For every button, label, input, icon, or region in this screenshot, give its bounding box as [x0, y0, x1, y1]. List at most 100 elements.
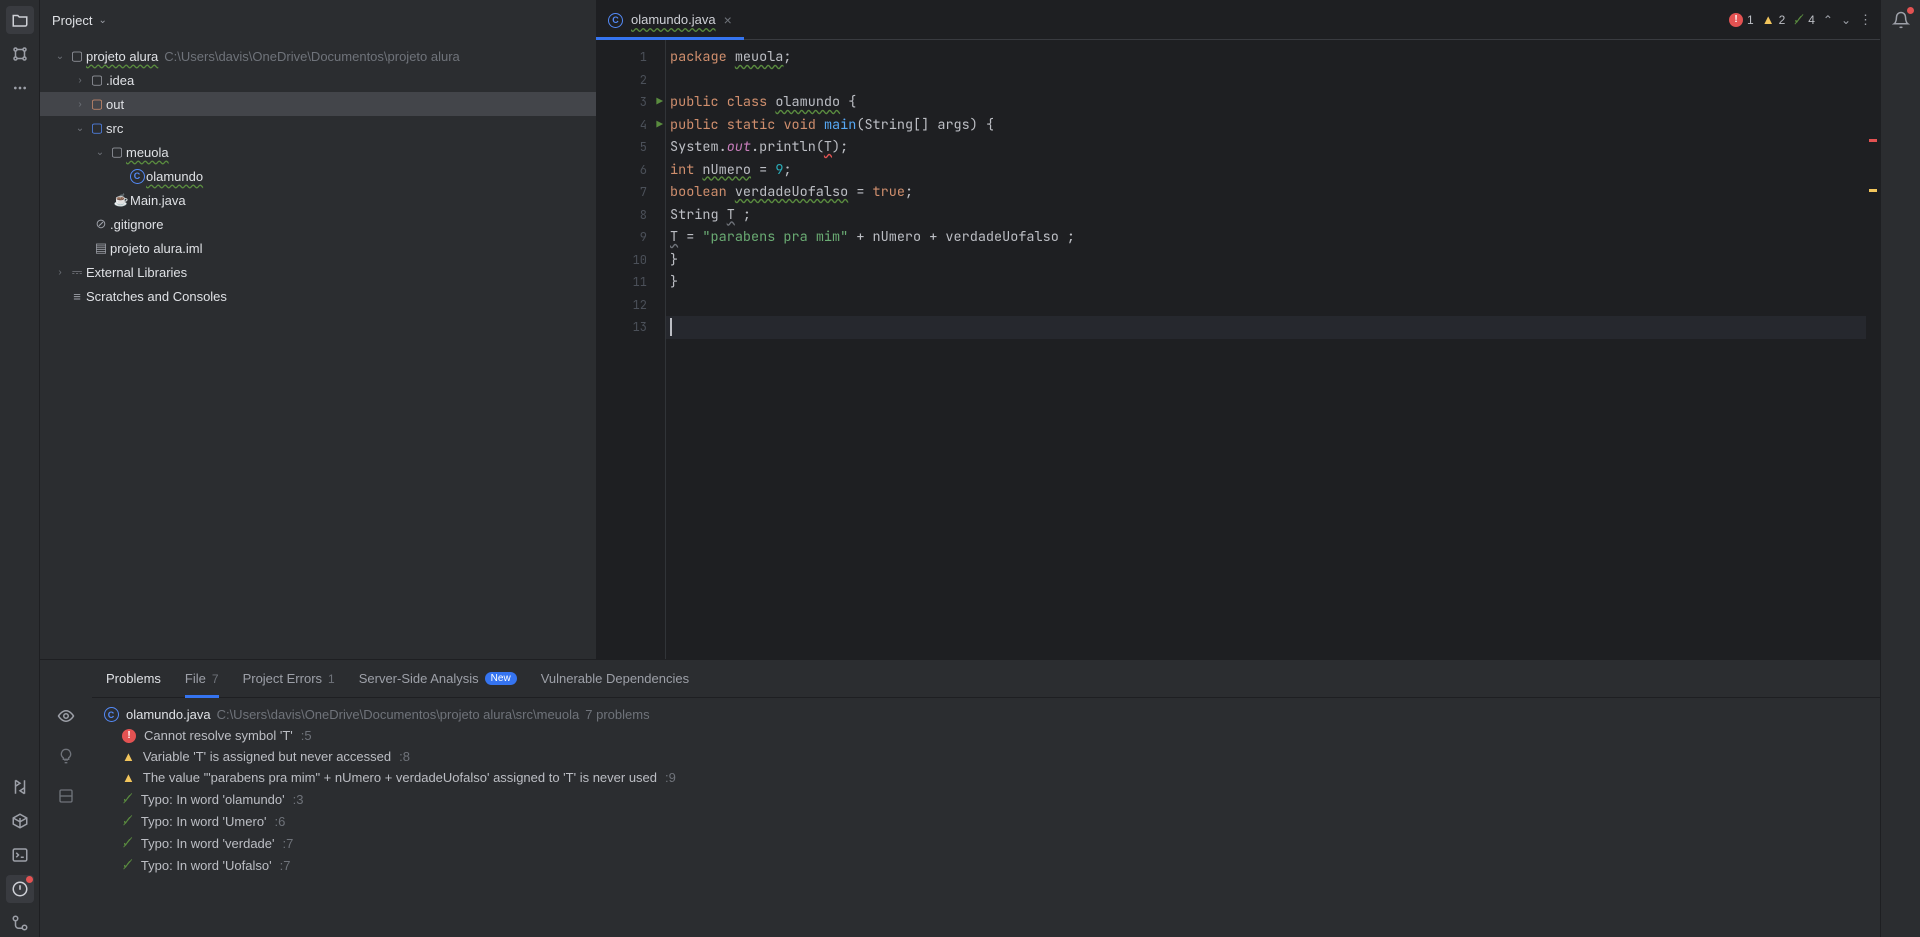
file-icon: ⊘ — [92, 216, 110, 232]
project-tool-button[interactable] — [6, 6, 34, 34]
line-number[interactable]: 5 — [596, 136, 665, 159]
notifications-button[interactable] — [1887, 6, 1915, 34]
line-number[interactable]: 2 — [596, 69, 665, 92]
typo-count: 4 — [1808, 13, 1815, 27]
problems-file-path: C:\Users\davis\OneDrive\Documentos\proje… — [217, 707, 580, 722]
line-number[interactable]: 12 — [596, 294, 665, 317]
more-button[interactable]: ⋮ — [1859, 12, 1872, 28]
line-number[interactable]: 7 — [596, 181, 665, 204]
java-icon: ☕ — [112, 193, 130, 207]
bulb-button[interactable] — [52, 742, 80, 770]
problem-item[interactable]: ▲The value '"parabens pra mim" + nUmero … — [92, 767, 1880, 788]
build-tool-button[interactable] — [6, 773, 34, 801]
typo-icon: ✓̸ — [1793, 12, 1804, 28]
problem-message: Cannot resolve symbol 'T' — [144, 728, 293, 743]
folder-icon: ▢ — [88, 120, 106, 136]
editor-tab-olamundo[interactable]: C olamundo.java × — [596, 0, 744, 39]
view-button[interactable] — [52, 702, 80, 730]
expand-icon[interactable]: ⌄ — [72, 123, 88, 134]
editor-body[interactable]: 1 2 3▶ 4▶ 5 6 7 8 9 10 11 12 13 — [596, 40, 1880, 659]
problem-location: :7 — [280, 858, 291, 873]
tree-item-src[interactable]: ⌄ ▢ src — [40, 116, 596, 140]
warning-icon: ▲ — [1762, 12, 1775, 27]
problem-item[interactable]: ✓̸Typo: In word 'Umero':6 — [92, 810, 1880, 832]
problems-tool-button[interactable] — [6, 875, 34, 903]
inspection-widget[interactable]: !1 ▲2 ✓̸4 ⌃ ⌄ ⋮ — [1729, 0, 1880, 39]
problems-tabs: Problems File 7 Project Errors 1 Server-… — [92, 660, 1880, 698]
services-tool-button[interactable] — [6, 807, 34, 835]
tree-item-iml[interactable]: ▤ projeto alura.iml — [40, 236, 596, 260]
tree-label: Main.java — [130, 193, 186, 208]
layout-button[interactable] — [52, 782, 80, 810]
problem-location: :8 — [399, 749, 410, 764]
class-icon: C — [128, 169, 146, 184]
problems-tab-project-errors[interactable]: Project Errors 1 — [243, 660, 335, 697]
problems-list[interactable]: C olamundo.java C:\Users\davis\OneDrive\… — [92, 698, 1880, 937]
scratch-icon: ≡ — [68, 289, 86, 304]
problems-file-header[interactable]: C olamundo.java C:\Users\davis\OneDrive\… — [92, 704, 1880, 725]
line-number[interactable]: 10 — [596, 249, 665, 272]
vcs-tool-button[interactable] — [6, 909, 34, 937]
tree-item-meuola[interactable]: ⌄ ▢ meuola — [40, 140, 596, 164]
tree-label: meuola — [126, 145, 169, 160]
structure-tool-button[interactable] — [6, 40, 34, 68]
problem-location: :3 — [293, 792, 304, 807]
line-number[interactable]: 9 — [596, 226, 665, 249]
expand-icon[interactable]: ⌄ — [92, 147, 108, 158]
tree-item-main[interactable]: ☕ Main.java — [40, 188, 596, 212]
package-icon: ▢ — [108, 144, 126, 160]
problem-item[interactable]: ✓̸Typo: In word 'olamundo':3 — [92, 788, 1880, 810]
tree-item-gitignore[interactable]: ⊘ .gitignore — [40, 212, 596, 236]
code-pane[interactable]: package meuola; public class olamundo { … — [666, 40, 1866, 659]
chevron-down-icon: ⌄ — [98, 15, 106, 26]
tree-root-path: C:\Users\davis\OneDrive\Documentos\proje… — [164, 49, 460, 64]
problems-tab-file[interactable]: File 7 — [185, 660, 219, 697]
tree-root[interactable]: ⌄ ▢ projeto alura C:\Users\davis\OneDriv… — [40, 44, 596, 68]
line-number[interactable]: 1 — [596, 46, 665, 69]
collapse-icon[interactable]: › — [52, 267, 68, 278]
typo-icon: ✓̸ — [122, 857, 133, 873]
problems-tab-server-side[interactable]: Server-Side Analysis New — [359, 660, 517, 697]
tree-item-out[interactable]: › ▢ out — [40, 92, 596, 116]
folder-icon: ▢ — [88, 96, 106, 112]
problems-file-name: olamundo.java — [126, 707, 211, 722]
line-number[interactable]: 11 — [596, 271, 665, 294]
expand-icon[interactable]: ⌄ — [52, 51, 68, 62]
problem-item[interactable]: ▲Variable 'T' is assigned but never acce… — [92, 746, 1880, 767]
problem-item[interactable]: !Cannot resolve symbol 'T':5 — [92, 725, 1880, 746]
problem-item[interactable]: ✓̸Typo: In word 'verdade':7 — [92, 832, 1880, 854]
tree-item-extlib[interactable]: › ⎓ External Libraries — [40, 260, 596, 284]
typo-icon: ✓̸ — [122, 835, 133, 851]
line-number[interactable]: 13 — [596, 316, 665, 339]
run-gutter-icon[interactable]: ▶ — [656, 95, 663, 109]
tab-filename: olamundo.java — [631, 12, 716, 27]
collapse-icon[interactable]: › — [72, 75, 88, 86]
run-gutter-icon[interactable]: ▶ — [656, 118, 663, 132]
folder-icon: ▢ — [88, 72, 106, 88]
project-panel-header[interactable]: Project ⌄ — [40, 0, 596, 40]
project-tree[interactable]: ⌄ ▢ projeto alura C:\Users\davis\OneDriv… — [40, 40, 596, 659]
more-tools-button[interactable] — [6, 74, 34, 102]
tree-label: out — [106, 97, 124, 112]
next-highlight-button[interactable]: ⌄ — [1841, 13, 1851, 27]
terminal-tool-button[interactable] — [6, 841, 34, 869]
warning-icon: ▲ — [122, 749, 135, 764]
tree-root-name: projeto alura — [86, 49, 158, 64]
line-number[interactable]: 3▶ — [596, 91, 665, 114]
line-number[interactable]: 8 — [596, 204, 665, 227]
tree-item-idea[interactable]: › ▢ .idea — [40, 68, 596, 92]
tree-item-olamundo[interactable]: C olamundo — [40, 164, 596, 188]
editor-gutter[interactable]: 1 2 3▶ 4▶ 5 6 7 8 9 10 11 12 13 — [596, 40, 666, 659]
problem-item[interactable]: ✓̸Typo: In word 'Uofalso':7 — [92, 854, 1880, 876]
close-tab-button[interactable]: × — [724, 12, 732, 28]
line-number[interactable]: 6 — [596, 159, 665, 182]
collapse-icon[interactable]: › — [72, 99, 88, 110]
prev-highlight-button[interactable]: ⌃ — [1823, 13, 1833, 27]
tree-item-scratches[interactable]: ≡ Scratches and Consoles — [40, 284, 596, 308]
class-icon: C — [608, 11, 623, 28]
problems-tab-vulnerable[interactable]: Vulnerable Dependencies — [541, 660, 689, 697]
error-stripe[interactable] — [1866, 40, 1880, 659]
error-icon: ! — [1729, 13, 1743, 27]
project-panel: Project ⌄ ⌄ ▢ projeto alura C:\Users\dav… — [40, 0, 596, 659]
line-number[interactable]: 4▶ — [596, 114, 665, 137]
